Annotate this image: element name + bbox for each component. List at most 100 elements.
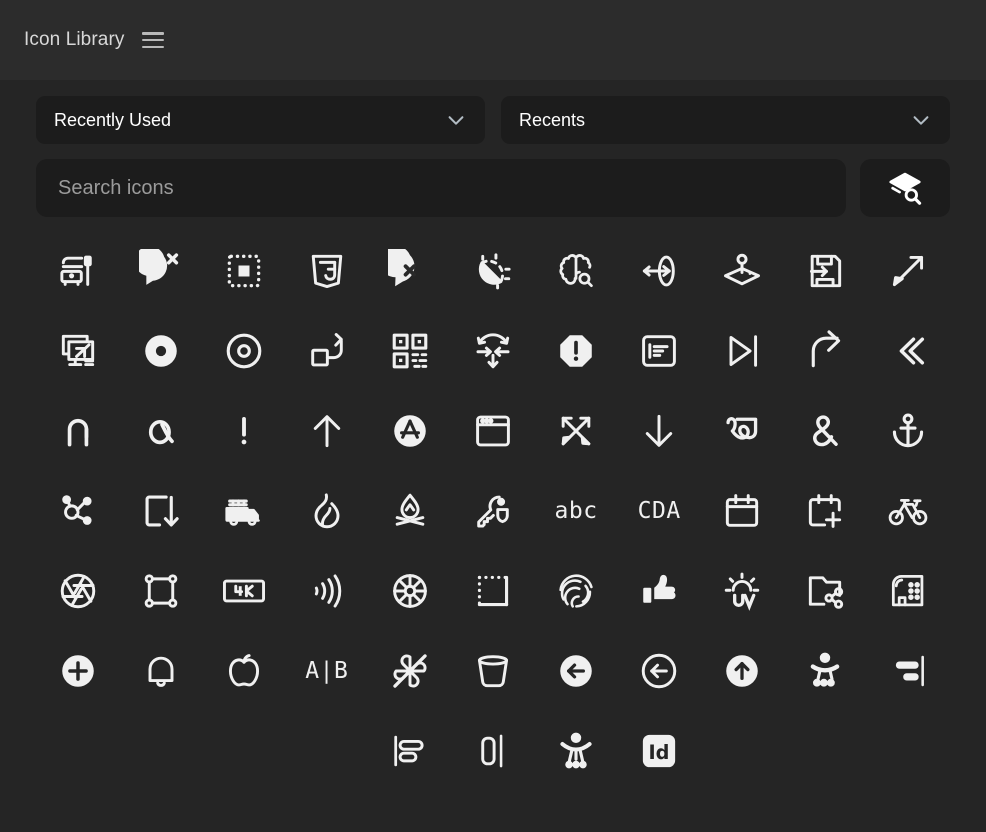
icon-cell-curve-up-right[interactable] (784, 311, 867, 391)
icon-cell-qr-code[interactable] (368, 311, 451, 391)
icon-cell-arrow-through-ellipse[interactable] (618, 231, 701, 311)
icon-cell-bus-stop[interactable] (36, 231, 119, 311)
icon-cell-text-align-box[interactable] (618, 311, 701, 391)
icon-cell-message-x[interactable] (119, 231, 202, 311)
icon-cell-align-right-bars[interactable] (867, 631, 950, 711)
icon-cell-uv-index[interactable] (701, 551, 784, 631)
icon-cell-bell[interactable] (119, 631, 202, 711)
icon-cell-skating[interactable] (784, 631, 867, 711)
icon-cell-dashed-corner-frame[interactable] (451, 551, 534, 631)
icon-cell-4k[interactable] (202, 551, 285, 631)
icon-cell-browser-window[interactable] (451, 391, 534, 471)
message-circle-x-filled-icon (388, 249, 432, 293)
icon-cell-rotate-square[interactable] (285, 311, 368, 391)
icon-cell-message-circle-x[interactable] (368, 231, 451, 311)
icon-cell-skating-alt[interactable] (535, 711, 618, 791)
icon-cell-anchor[interactable] (867, 391, 950, 471)
skating-alt-icon (554, 729, 598, 773)
search-row (36, 159, 950, 217)
icon-cell-arrows-cross[interactable] (535, 391, 618, 471)
arrows-cross-icon (554, 409, 598, 453)
icon-cell-arrow-up-right[interactable] (867, 231, 950, 311)
icon-cell-folder-share[interactable] (784, 551, 867, 631)
icon-cell-css3[interactable] (285, 231, 368, 311)
icon-cell-device-import[interactable] (784, 231, 867, 311)
icon-cell-alpha[interactable] (119, 391, 202, 471)
icon-cell-flame[interactable] (285, 471, 368, 551)
category-select[interactable]: Recently Used (36, 96, 485, 144)
icon-cell-plus-circle[interactable] (36, 631, 119, 711)
icon-cell-intersection[interactable] (36, 391, 119, 471)
icon-cell-arrows-converge[interactable] (451, 311, 534, 391)
icon-cell-aperture[interactable] (36, 551, 119, 631)
alpha-icon (139, 409, 183, 453)
search-field-container[interactable] (36, 159, 846, 217)
icon-cell-screen-share[interactable] (36, 311, 119, 391)
icon-cell-joystick[interactable] (701, 231, 784, 311)
icon-cell-network-node[interactable] (36, 471, 119, 551)
icon-cell-eclipse[interactable] (451, 231, 534, 311)
icon-cell-ship-wheel[interactable] (368, 551, 451, 631)
icon-cell-arrow-up-circle-filled[interactable] (701, 631, 784, 711)
icon-cell-chevrons-left[interactable] (867, 311, 950, 391)
icon-cell-arrow-down[interactable] (618, 391, 701, 471)
chevron-down-icon (910, 109, 932, 131)
hamburger-menu-icon[interactable] (142, 32, 164, 48)
icon-cell-alert-octagon[interactable] (535, 311, 618, 391)
icon-cell-skip-forward[interactable] (701, 311, 784, 391)
icon-cell-calendar-plus[interactable] (784, 471, 867, 551)
icon-cell-bucket[interactable] (451, 631, 534, 711)
layers-search-button[interactable] (860, 159, 950, 217)
arrow-up-right-diagonal-icon (886, 249, 930, 293)
icon-cell-fire-truck[interactable] (202, 471, 285, 551)
icon-cell-disc-outline[interactable] (202, 311, 285, 391)
icon-cell-align-box-right[interactable] (451, 711, 534, 791)
icon-cell-pinwheel-off[interactable] (368, 631, 451, 711)
icon-cell-thumbs-up[interactable] (618, 551, 701, 631)
icon-cell-signal-waves[interactable] (285, 551, 368, 631)
icon-cell-align-left-bars[interactable] (368, 711, 451, 791)
icon-cell-brain-search[interactable] (535, 231, 618, 311)
icon-cell-indesign[interactable]: Id (618, 711, 701, 791)
icon-cell-arrow-left-circle-filled[interactable] (535, 631, 618, 711)
layers-search-icon (886, 169, 924, 207)
icon-cell-building[interactable] (867, 551, 950, 631)
icon-cell-bicycle[interactable] (867, 471, 950, 551)
arrow-down-icon (637, 409, 681, 453)
icon-cell-apple[interactable] (202, 631, 285, 711)
icon-cell-app-store[interactable] (368, 391, 451, 471)
icon-cell-disc-filled[interactable] (119, 311, 202, 391)
icon-cell-calendar[interactable] (701, 471, 784, 551)
icon-cell-square-arrow-down[interactable] (119, 471, 202, 551)
skating-icon (803, 649, 847, 693)
arrow-up-icon (305, 409, 349, 453)
icon-cell-arrow-up[interactable] (285, 391, 368, 471)
icon-cell-campfire[interactable] (368, 471, 451, 551)
bengali-letter-icon (720, 409, 764, 453)
brand-indesign-icon: Id (637, 729, 681, 773)
icon-cell-abc[interactable]: abc (535, 471, 618, 551)
category-select-value: Recently Used (54, 110, 445, 131)
icon-cell-fingerprint[interactable] (535, 551, 618, 631)
icon-cell-selection-frame[interactable] (202, 231, 285, 311)
icon-cell-exclamation[interactable] (202, 391, 285, 471)
icon-cell-cda[interactable]: CDA (618, 471, 701, 551)
icon-cell-arrow-left-circle-outline[interactable] (618, 631, 701, 711)
building-icon (886, 569, 930, 613)
calendar-plus-icon (803, 489, 847, 533)
flame-icon (305, 489, 349, 533)
icon-cell-bounding-box[interactable] (119, 551, 202, 631)
icon-cell-key-shield[interactable] (451, 471, 534, 551)
icon-cell-bengali-letter[interactable] (701, 391, 784, 471)
sort-select[interactable]: Recents (501, 96, 950, 144)
search-input[interactable] (58, 177, 824, 200)
icon-cell-ab-test[interactable]: A|B (285, 631, 368, 711)
pinwheel-off-icon (388, 649, 432, 693)
skip-forward-icon (720, 329, 764, 373)
rotate-square-icon (305, 329, 349, 373)
icon-cell-ampersand[interactable] (784, 391, 867, 471)
brand-css3-icon (305, 249, 349, 293)
app-store-filled-icon (388, 409, 432, 453)
page-title: Icon Library (24, 29, 124, 51)
brain-search-icon (554, 249, 598, 293)
